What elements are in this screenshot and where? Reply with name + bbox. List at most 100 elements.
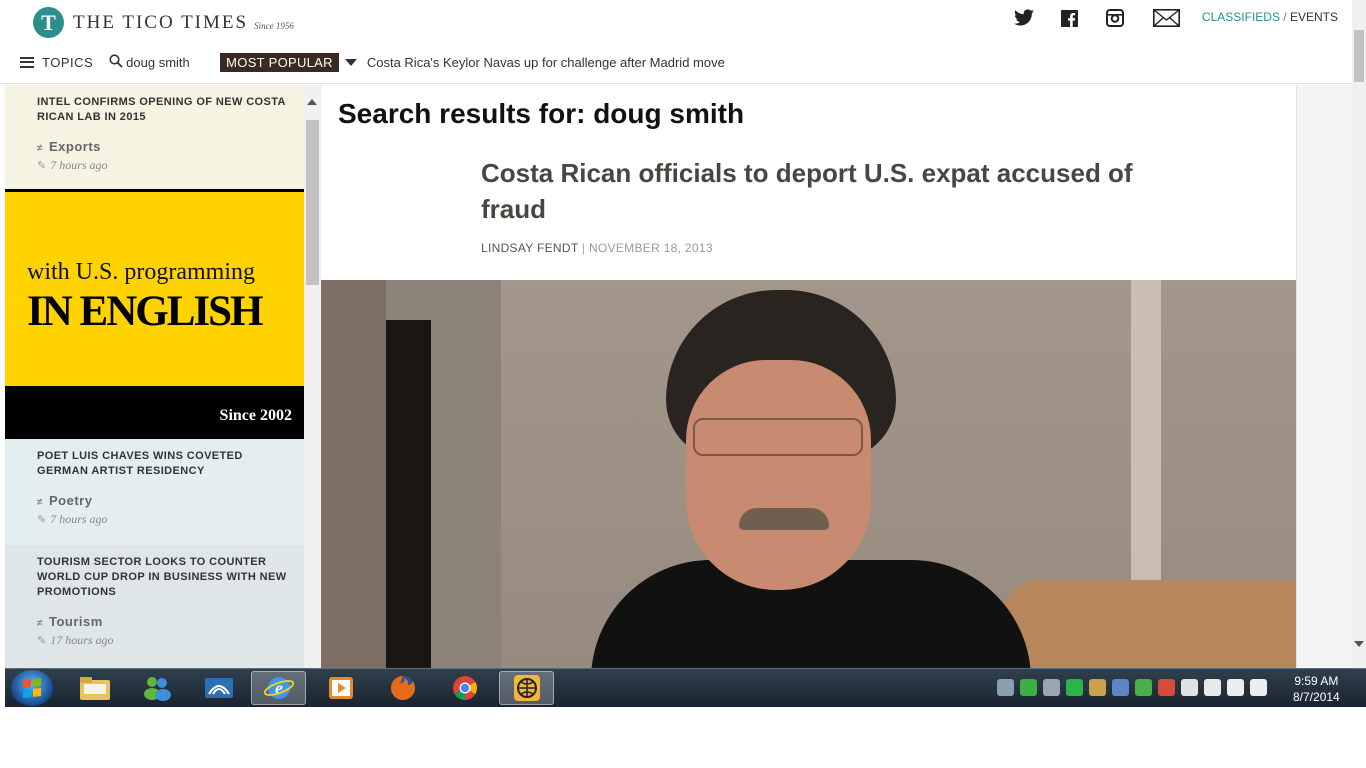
events-link[interactable]: EVENTS [1290, 10, 1338, 24]
byline-separator: | [581, 241, 586, 255]
dropdown-arrow-icon[interactable] [344, 58, 357, 66]
sidebar-article[interactable]: POET LUIS CHAVES WINS COVETED GERMAN ART… [5, 439, 304, 545]
scroll-down-arrow-icon[interactable] [1354, 641, 1364, 647]
start-button[interactable] [11, 670, 53, 706]
ad-line1: with U.S. programming [27, 259, 255, 285]
category-label[interactable]: Poetry [49, 493, 92, 508]
photo-couch [1001, 580, 1296, 668]
sidebar-article-title[interactable]: INTEL CONFIRMS OPENING OF NEW COSTA RICA… [37, 95, 288, 125]
browser-viewport: T THE TICO TIMES Since 1956 CLASSIFIEDS … [0, 0, 1366, 768]
tag-icon: ≠ [37, 618, 43, 629]
edit-icon: ✎ [37, 635, 47, 647]
main-content: Search results for: doug smith Costa Ric… [321, 85, 1296, 668]
most-popular-button[interactable]: MOST POPULAR [220, 52, 339, 72]
ad-since: Since 2002 [219, 407, 292, 424]
tray-device-icon[interactable] [1089, 679, 1106, 696]
logo-badge: T [33, 7, 64, 38]
twitter-icon[interactable] [1012, 9, 1036, 27]
windows-logo-icon [23, 678, 41, 698]
instagram-icon[interactable] [1105, 9, 1125, 27]
category-label[interactable]: Tourism [49, 614, 103, 629]
logo-since: Since 1956 [254, 20, 294, 31]
time-label: 7 hours ago [50, 512, 108, 526]
scroll-up-arrow-icon[interactable] [307, 99, 317, 105]
sidebar-article-time: ✎ 17 hours ago [37, 633, 288, 648]
tray-power-icon[interactable] [1204, 679, 1221, 696]
page-scrollbar-thumb[interactable] [1354, 30, 1364, 82]
photo-person [591, 290, 1031, 668]
sidebar-ad[interactable]: with U.S. programming IN ENGLISH Since 2… [5, 189, 304, 439]
time-label: 7 hours ago [50, 158, 108, 172]
article-byline: LINDSAY FENDT | NOVEMBER 18, 2013 [481, 241, 713, 255]
search-input[interactable] [126, 54, 207, 70]
sidebar-article-time: ✎ 7 hours ago [37, 512, 288, 527]
tray-lock-icon[interactable] [1066, 679, 1083, 696]
edit-icon: ✎ [37, 514, 47, 526]
ad-line2: IN ENGLISH [27, 288, 263, 335]
ticker-headline-link[interactable]: Costa Rica's Keylor Navas up for challen… [367, 55, 725, 70]
sidebar-article-category[interactable]: ≠ Poetry [37, 493, 288, 508]
classifieds-link[interactable]: CLASSIFIEDS [1202, 10, 1280, 24]
media-player-icon[interactable] [313, 671, 368, 705]
menu-icon[interactable] [20, 56, 34, 68]
windows-taskbar: e 9:59 AM 8/7/2014 [5, 668, 1366, 707]
nav-bar: TOPICS MOST POPULAR Costa Rica's Keylor … [20, 52, 725, 72]
taskbar-clock[interactable]: 9:59 AM 8/7/2014 [1293, 673, 1340, 705]
article-photo[interactable] [321, 280, 1296, 668]
sidebar-scrollbar[interactable] [304, 85, 321, 668]
person-face [686, 360, 871, 590]
file-explorer-icon[interactable] [67, 671, 122, 705]
category-label[interactable]: Exports [49, 139, 101, 154]
article-date: NOVEMBER 18, 2013 [588, 241, 713, 255]
photo-curtain [386, 320, 431, 668]
tray-bag-icon[interactable] [1043, 679, 1060, 696]
edit-icon: ✎ [37, 160, 47, 172]
messenger-icon[interactable] [129, 671, 184, 705]
ad-black-panel: Since 2002 [5, 386, 304, 439]
search-icon[interactable] [109, 53, 123, 71]
page-scrollbar[interactable] [1352, 0, 1366, 668]
sidebar-article-category[interactable]: ≠ Tourism [37, 614, 288, 629]
site-header: T THE TICO TIMES Since 1956 CLASSIFIEDS … [0, 0, 1352, 84]
topics-link[interactable]: TOPICS [42, 55, 93, 70]
tray-flag-icon[interactable] [1181, 679, 1198, 696]
tray-signal-icon[interactable] [1227, 679, 1244, 696]
site-logo[interactable]: T THE TICO TIMES Since 1956 [33, 7, 294, 38]
tray-app-icon[interactable] [1135, 679, 1152, 696]
clock-time: 9:59 AM [1294, 674, 1339, 688]
sidebar-article-title[interactable]: POET LUIS CHAVES WINS COVETED GERMAN ART… [37, 449, 288, 479]
clock-date: 8/7/2014 [1293, 690, 1340, 704]
article-title-link[interactable]: Costa Rican officials to deport U.S. exp… [481, 155, 1161, 227]
search-results-heading: Search results for: doug smith [338, 98, 745, 129]
globe-app-icon[interactable] [499, 671, 554, 705]
tray-volume-icon[interactable] [1250, 679, 1267, 696]
right-gutter [1296, 85, 1352, 668]
tray-security-icon[interactable] [1158, 679, 1175, 696]
sidebar-article-category[interactable]: ≠ Exports [37, 139, 288, 154]
tray-network-icon[interactable] [1112, 679, 1129, 696]
scrollbar-thumb[interactable] [306, 120, 319, 285]
firefox-icon[interactable] [375, 671, 430, 705]
sidebar-article-title[interactable]: TOURISM SECTOR LOOKS TO COUNTER WORLD CU… [37, 555, 288, 600]
top-links-separator: / [1283, 10, 1287, 24]
photo-left-wall [321, 280, 386, 668]
system-tray [997, 679, 1267, 696]
tag-icon: ≠ [37, 143, 43, 154]
tag-icon: ≠ [37, 497, 43, 508]
author-link[interactable]: LINDSAY FENDT [481, 241, 578, 255]
network-app-icon[interactable] [191, 671, 246, 705]
logo-name: THE TICO TIMES [73, 11, 249, 33]
tray-check-icon[interactable] [1020, 679, 1037, 696]
mail-icon[interactable] [1152, 9, 1180, 27]
person-glasses [693, 418, 863, 456]
facebook-icon[interactable] [1060, 9, 1078, 27]
internet-explorer-icon[interactable]: e [251, 671, 306, 705]
chrome-icon[interactable] [437, 671, 492, 705]
top-links: CLASSIFIEDS / EVENTS [1202, 10, 1338, 24]
sidebar: INTEL CONFIRMS OPENING OF NEW COSTA RICA… [5, 85, 304, 668]
sidebar-article[interactable]: INTEL CONFIRMS OPENING OF NEW COSTA RICA… [5, 85, 304, 189]
ad-yellow-panel: with U.S. programming IN ENGLISH [5, 189, 304, 386]
tray-tools-icon[interactable] [997, 679, 1014, 696]
person-mustache [739, 508, 829, 530]
sidebar-article[interactable]: TOURISM SECTOR LOOKS TO COUNTER WORLD CU… [5, 545, 304, 668]
